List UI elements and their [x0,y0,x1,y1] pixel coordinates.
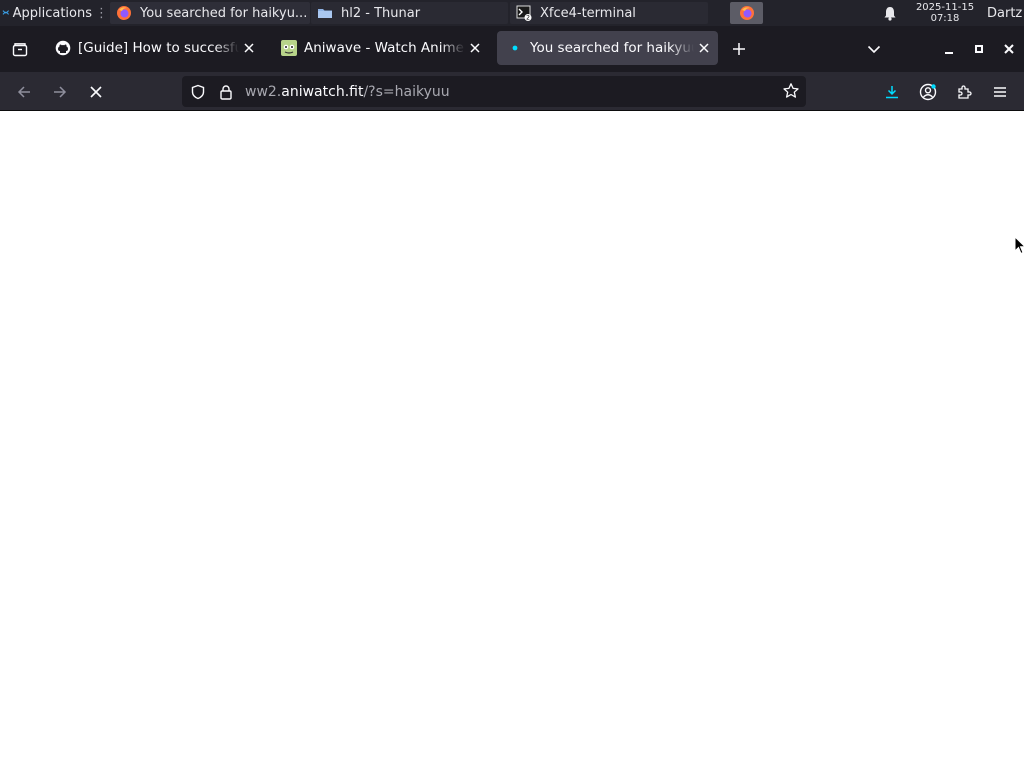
firefox-launcher-button[interactable] [730,2,763,24]
xfce-mouse-icon [2,10,9,15]
firefox-icon [117,6,131,20]
list-all-tabs-button[interactable] [862,37,886,61]
tab-title: Aniwave - Watch Anime Onl [304,40,465,56]
taskbar-item-firefox[interactable]: You searched for haikyu... [110,2,310,24]
applications-label: Applications [12,5,92,21]
tab-title: [Guide] How to succesfully [78,40,239,56]
url-host-prefix: ww2. [245,83,282,100]
taskbar-item-thunar[interactable]: hl2 - Thunar [311,2,508,24]
taskbar-item-label: You searched for haikyu... [140,5,308,21]
firefox-view-button[interactable] [8,38,32,62]
firefox-view-icon [12,43,28,57]
folder-icon [318,9,332,18]
bell-icon [884,6,896,21]
taskbar-item-terminal[interactable]: 2 Xfce4-terminal [510,2,708,24]
tab-close-button[interactable] [239,38,259,58]
tab-title: You searched for haikyuu [530,40,694,56]
mouse-cursor-icon [1014,236,1024,255]
taskbar-item-label: hl2 - Thunar [341,5,421,21]
plus-icon [733,43,745,55]
notifications-button[interactable] [880,0,900,26]
lock-icon[interactable] [217,83,235,101]
close-icon [1004,44,1014,54]
stop-loading-button[interactable] [83,79,109,105]
window-close-button[interactable] [997,37,1021,61]
tab-close-button[interactable] [465,38,485,58]
url-host: aniwatch.fit [281,83,364,100]
tab-search-haikyuu[interactable]: You searched for haikyuu [497,31,718,65]
panel-separator: ⋮ [95,5,108,21]
window-maximize-button[interactable] [967,37,991,61]
user-name: Dartz [987,5,1023,21]
close-icon [470,43,480,53]
downloads-button[interactable] [879,79,905,105]
panel-clock[interactable]: 2025-11-15 07:18 [904,0,986,26]
firefox-icon [739,6,754,20]
xfce-top-panel: Applications ⋮ You searched for haikyu..… [0,0,1024,26]
account-icon [919,83,937,101]
new-tab-button[interactable] [727,37,751,61]
clock-time: 07:18 [930,13,960,24]
clock-date: 2025-11-15 [915,2,975,13]
minimize-icon [945,52,953,54]
url-path: /?s=haikyuu [363,83,450,100]
terminal-icon: 2 [516,5,532,21]
user-menu[interactable]: Dartz [987,0,1024,26]
forward-button[interactable] [47,79,73,105]
download-icon [886,86,898,99]
address-bar[interactable]: ww2.aniwatch.fit/?s=haikyuu [182,76,806,107]
app-menu-button[interactable] [987,79,1013,105]
page-content-area[interactable] [0,112,1024,768]
account-button[interactable] [915,79,941,105]
applications-menu-button[interactable]: Applications ⋮ [0,0,108,26]
aniwave-favicon [281,40,297,56]
back-button[interactable] [11,79,37,105]
arrow-left-icon [17,86,30,98]
navigation-toolbar: ww2.aniwatch.fit/?s=haikyuu [0,72,1024,111]
arrow-right-icon [54,86,67,98]
browser-tab-strip: [Guide] How to succesfully Aniwave - Wat… [0,26,1024,72]
github-icon [55,40,71,56]
close-icon [244,43,254,53]
taskbar-item-label: Xfce4-terminal [540,5,636,21]
maximize-icon [975,45,983,53]
loading-dot-icon [507,40,523,56]
tab-aniwave[interactable]: Aniwave - Watch Anime Onl [271,31,489,65]
window-minimize-button[interactable] [937,37,961,61]
tab-close-button[interactable] [694,38,714,58]
tracking-protection-shield-icon[interactable] [189,83,207,101]
hamburger-menu-icon [994,87,1006,97]
puzzle-icon [958,85,972,99]
terminal-badge: 2 [526,15,530,21]
extensions-button[interactable] [951,79,977,105]
close-icon [699,43,709,53]
chevron-down-icon [867,45,881,54]
url-text[interactable]: ww2.aniwatch.fit/?s=haikyuu [245,84,450,100]
tab-guide[interactable]: [Guide] How to succesfully [45,31,263,65]
stop-x-icon [90,86,102,98]
bookmark-star-icon[interactable] [782,82,800,100]
